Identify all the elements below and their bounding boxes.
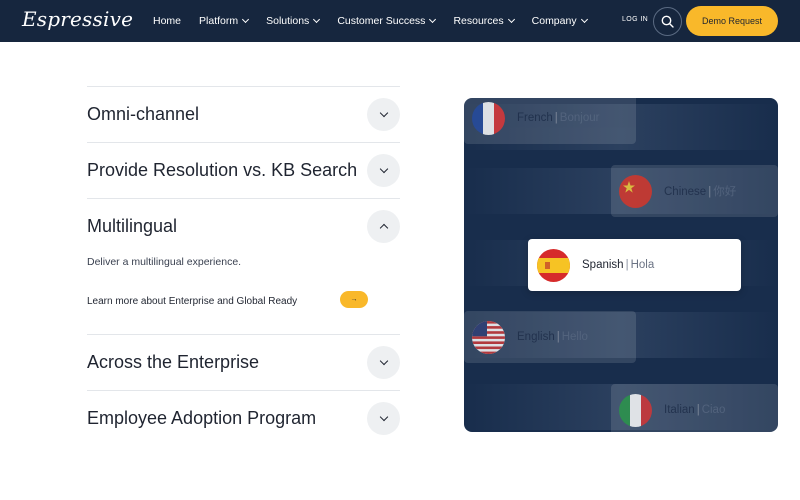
language-name: English	[517, 331, 555, 343]
language-card-italian: Italian | Ciao	[611, 384, 778, 432]
nav-platform-label: Platform	[199, 15, 239, 27]
nav-home[interactable]: Home	[153, 15, 181, 27]
login-link[interactable]: LOG IN	[622, 16, 648, 23]
language-card-french: French | Bonjour	[464, 98, 636, 144]
language-greeting: 你好	[713, 186, 737, 198]
arrow-right-button[interactable]: →	[340, 291, 368, 308]
chevron-down-icon	[242, 15, 250, 24]
chevron-down-icon	[429, 15, 437, 24]
expand-toggle[interactable]	[367, 402, 400, 435]
language-greeting: Ciao	[701, 404, 726, 416]
accordion-title: Across the Enterprise	[87, 352, 260, 372]
expand-toggle[interactable]	[367, 154, 400, 187]
nav-customer-success[interactable]: Customer Success	[337, 15, 437, 27]
accordion-item-omni-channel[interactable]: Omni-channel	[87, 87, 400, 142]
learn-more-link[interactable]: Learn more about Enterprise and Global R…	[87, 296, 297, 307]
accordion-title: Provide Resolution vs. KB Search	[87, 160, 358, 180]
nav-resources-label: Resources	[453, 15, 504, 27]
panel-description: Deliver a multilingual experience.	[87, 256, 242, 268]
language-label: Italian | Ciao	[664, 404, 726, 416]
nav-company[interactable]: Company	[531, 15, 588, 27]
language-card-chinese: Chinese | 你好	[611, 165, 778, 217]
chevron-down-icon	[379, 108, 388, 118]
accordion-item-multilingual[interactable]: Multilingual	[87, 199, 400, 254]
main-nav: Home Platform Solutions Customer Success…	[153, 0, 588, 42]
language-name: Chinese	[664, 186, 707, 198]
accordion-title: Multilingual	[87, 216, 178, 236]
accordion-title: Employee Adoption Program	[87, 408, 317, 428]
language-card-english: English | Hello	[464, 311, 636, 363]
language-greeting: Hola	[630, 259, 655, 271]
usa-flag-icon	[472, 320, 505, 354]
language-greeting: Hello	[561, 331, 588, 343]
chevron-up-icon	[379, 223, 388, 233]
chevron-down-icon	[580, 15, 588, 24]
chevron-down-icon	[379, 164, 388, 174]
language-label: Chinese | 你好	[664, 186, 737, 198]
language-illustration: French | Bonjour Chinese | 你好 Spanish | Hola	[464, 98, 778, 432]
expand-toggle[interactable]	[367, 346, 400, 379]
france-flag-icon	[472, 101, 505, 135]
top-nav-bar: Espressive Home Platform Solutions Custo…	[0, 0, 800, 42]
accordion-title: Omni-channel	[87, 104, 200, 124]
search-icon	[661, 15, 674, 28]
spain-flag-icon	[537, 248, 570, 282]
language-label: Spanish | Hola	[582, 259, 655, 271]
language-label: French | Bonjour	[517, 112, 600, 124]
demo-request-button[interactable]: Demo Request	[686, 6, 778, 36]
language-greeting: Bonjour	[559, 112, 600, 124]
espressive-logo[interactable]: Espressive	[22, 7, 133, 31]
chevron-down-icon	[379, 412, 388, 422]
language-card-spanish: Spanish | Hola	[528, 239, 741, 291]
accordion-item-across-enterprise[interactable]: Across the Enterprise	[87, 335, 400, 390]
nav-solutions[interactable]: Solutions	[266, 15, 321, 27]
accordion-item-provide-resolution[interactable]: Provide Resolution vs. KB Search	[87, 143, 400, 198]
italy-flag-icon	[619, 393, 652, 427]
language-label: English | Hello	[517, 331, 588, 343]
accordion-item-employee-adoption[interactable]: Employee Adoption Program	[87, 391, 400, 446]
nav-home-label: Home	[153, 15, 182, 27]
nav-company-label: Company	[531, 15, 577, 27]
search-button[interactable]	[653, 7, 682, 36]
expand-toggle[interactable]	[367, 98, 400, 131]
nav-resources[interactable]: Resources	[453, 15, 515, 27]
language-name: French	[517, 112, 553, 124]
language-name: Italian	[664, 404, 695, 416]
feature-accordion: Omni-channel Provide Resolution vs. KB S…	[87, 86, 400, 446]
collapse-toggle[interactable]	[367, 210, 400, 243]
nav-solutions-label: Solutions	[266, 15, 310, 27]
chevron-down-icon	[507, 15, 515, 24]
china-flag-icon	[619, 174, 652, 208]
accordion-panel-multilingual: Deliver a multilingual experience. Learn…	[87, 254, 400, 334]
chevron-down-icon	[379, 356, 388, 366]
nav-customer-success-label: Customer Success	[337, 15, 426, 27]
chevron-down-icon	[313, 15, 321, 24]
nav-platform[interactable]: Platform	[199, 15, 250, 27]
language-name: Spanish	[582, 259, 624, 271]
